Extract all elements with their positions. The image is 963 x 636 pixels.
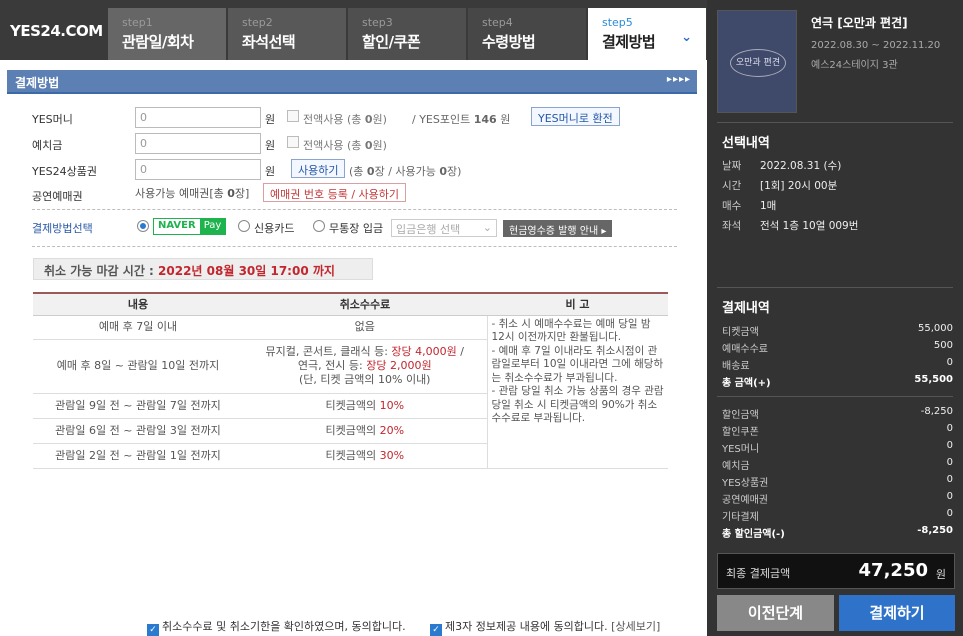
- payment-method-label: 결제방법선택: [32, 222, 93, 235]
- step-5-active[interactable]: step5 결제방법 ⌄: [588, 8, 706, 60]
- credit-card-label: 신용카드: [254, 222, 295, 235]
- show-venue: 예스24스테이지 3관: [811, 60, 898, 71]
- deadline-label: 취소 가능 마감 시간 :: [44, 264, 154, 278]
- fee-cell: 티켓금액의 30%: [243, 443, 487, 469]
- naver-text: NAVER: [158, 220, 196, 231]
- pay-button[interactable]: 결제하기: [839, 595, 955, 631]
- bank-transfer-radio[interactable]: [313, 220, 325, 232]
- agree-third-party[interactable]: ✓ 제3자 정보제공 내용에 동의합니다. [상세보기]: [430, 618, 660, 636]
- section-title: 결제방법: [15, 76, 60, 90]
- yes24-logo[interactable]: YES24.COM: [10, 22, 103, 40]
- period-cell: 예매 후 7일 이내: [33, 315, 243, 340]
- step-3-label: 할인/쿠폰: [362, 33, 421, 51]
- gift-card-info: (총 0장 / 사용가능 0장): [349, 165, 462, 178]
- agree-cancel-policy[interactable]: ✓ 취소수수료 및 취소기한을 확인하였으며, 동의합니다.: [147, 618, 406, 636]
- step-3-number: step3: [362, 16, 393, 29]
- cash-receipt-button[interactable]: 현금영수증 발행 안내 ▸: [503, 220, 613, 237]
- yes-money-label: YES머니: [32, 113, 73, 126]
- detail-link[interactable]: [상세보기]: [611, 620, 660, 633]
- period-cell: 예매 후 8일 ~ 관람일 10일 전까지: [33, 339, 243, 394]
- show-dates: 2022.08.30 ~ 2022.11.20: [811, 40, 941, 51]
- voucher-register-button[interactable]: 예매권 번호 등록 / 사용하기: [263, 183, 407, 202]
- cancel-deadline: 취소 가능 마감 시간 : 2022년 08월 30일 17:00 까지: [33, 258, 373, 280]
- order-summary-sidebar: 오만과 편견 연극 [오만과 편견] 2022.08.30 ~ 2022.11.…: [707, 0, 963, 636]
- deadline-value: 2022년 08월 30일 17:00 까지: [158, 264, 335, 278]
- deposit-useall-label: 전액사용 (총 0원): [303, 139, 387, 152]
- deposit-useall-checkbox[interactable]: [287, 136, 299, 148]
- final-amount-unit: 원: [935, 568, 946, 581]
- show-title: 연극 [오만과 편견]: [811, 16, 908, 30]
- final-amount-value: 47,250: [858, 560, 928, 581]
- arrows-icon: ▸▸▸▸: [666, 74, 691, 85]
- yes-money-useall-label: 전액사용 (총 0원): [303, 113, 387, 126]
- payment-content: 결제방법 ▸▸▸▸ YES머니 0 원 전액사용 (총 0원) / YES포인트…: [7, 70, 697, 636]
- step-navigation: YES24.COM step1 관람일/회차 step2 좌석선택 step3 할인/…: [0, 0, 707, 60]
- final-amount: 최종 결제금액 47,250 원: [717, 553, 955, 589]
- note-cell: - 취소 시 예매수수료는 예매 당일 밤 12시 이전까지만 환불됩니다. -…: [486, 315, 668, 469]
- yes-money-unit: 원: [265, 113, 276, 126]
- period-cell: 관람일 2일 전 ~ 관람일 1일 전까지: [33, 443, 243, 469]
- naverpay-badge[interactable]: NAVER Pay: [153, 218, 227, 235]
- step-1-label: 관람일/회차: [122, 33, 194, 51]
- gift-card-unit: 원: [265, 165, 276, 178]
- voucher-label: 공연예매권: [32, 190, 83, 203]
- step-2[interactable]: step2 좌석선택: [228, 8, 346, 60]
- deposit-label: 예치금: [32, 139, 63, 152]
- divider: [717, 122, 953, 123]
- yes-money-input[interactable]: 0: [135, 107, 261, 128]
- step-1-number: step1: [122, 16, 153, 29]
- credit-card-radio[interactable]: [238, 220, 250, 232]
- col-header-content: 내용: [33, 292, 243, 316]
- section-header: 결제방법 ▸▸▸▸: [7, 70, 697, 94]
- fee-cell: 없음: [243, 315, 487, 340]
- divider: [717, 396, 953, 397]
- step-4-number: step4: [482, 16, 513, 29]
- divider: [32, 246, 677, 247]
- checkbox-checked-icon[interactable]: ✓: [430, 624, 442, 636]
- yes-points-label: / YES포인트 146 원: [412, 113, 511, 126]
- pay-text: Pay: [199, 219, 226, 234]
- chevron-down-icon: ⌄: [482, 221, 492, 234]
- step-2-label: 좌석선택: [242, 33, 296, 51]
- prev-step-button[interactable]: 이전단계: [717, 595, 834, 631]
- selection-heading: 선택내역: [722, 136, 770, 151]
- divider: [717, 287, 953, 288]
- fee-cell: 티켓금액의 10%: [243, 393, 487, 419]
- step-4-label: 수령방법: [482, 33, 536, 51]
- gift-card-label: YES24상품권: [32, 165, 98, 178]
- naverpay-radio[interactable]: [137, 220, 149, 232]
- cancel-fee-table: 내용 취소수수료 비 고 예매 후 7일 이내 없음 - 취소 시 예매수수료는…: [33, 292, 668, 469]
- fee-cell: 뮤지컬, 콘서트, 클래식 등: 장당 4,000원 / 연극, 전시 등: 장당…: [243, 339, 487, 394]
- fee-cell: 티켓금액의 20%: [243, 418, 487, 444]
- poster-title-text: 오만과 편견: [730, 49, 786, 77]
- yes-money-useall-checkbox[interactable]: [287, 110, 299, 122]
- voucher-info: 사용가능 예매권[총 0장]: [135, 187, 250, 200]
- col-header-note: 비 고: [487, 292, 668, 316]
- step-5-number: step5: [602, 16, 633, 29]
- deposit-input[interactable]: 0: [135, 133, 261, 154]
- table-row: 예매 후 7일 이내 없음 - 취소 시 예매수수료는 예매 당일 밤 12시 …: [33, 315, 668, 469]
- gift-card-use-button[interactable]: 사용하기: [291, 159, 346, 178]
- divider: [32, 209, 677, 210]
- yes-money-convert-button[interactable]: YES머니로 환전: [531, 107, 620, 126]
- period-cell: 관람일 6일 전 ~ 관람일 3일 전까지: [33, 418, 243, 444]
- col-header-fee: 취소수수료: [243, 292, 487, 316]
- deposit-unit: 원: [265, 139, 276, 152]
- gift-card-input[interactable]: 0: [135, 159, 261, 180]
- payment-heading: 결제내역: [722, 301, 770, 316]
- step-4[interactable]: step4 수령방법: [468, 8, 586, 60]
- chevron-down-icon[interactable]: ⌄: [681, 30, 692, 45]
- final-amount-label: 최종 결제금액: [726, 567, 791, 580]
- period-cell: 관람일 9일 전 ~ 관람일 7일 전까지: [33, 393, 243, 419]
- step-2-number: step2: [242, 16, 273, 29]
- bank-select[interactable]: 입금은행 선택 ⌄: [391, 219, 497, 237]
- bank-transfer-label: 무통장 입금: [329, 222, 384, 235]
- checkbox-checked-icon[interactable]: ✓: [147, 624, 159, 636]
- step-1[interactable]: step1 관람일/회차: [108, 8, 226, 60]
- poster-image: 오만과 편견: [717, 10, 797, 113]
- step-3[interactable]: step3 할인/쿠폰: [348, 8, 466, 60]
